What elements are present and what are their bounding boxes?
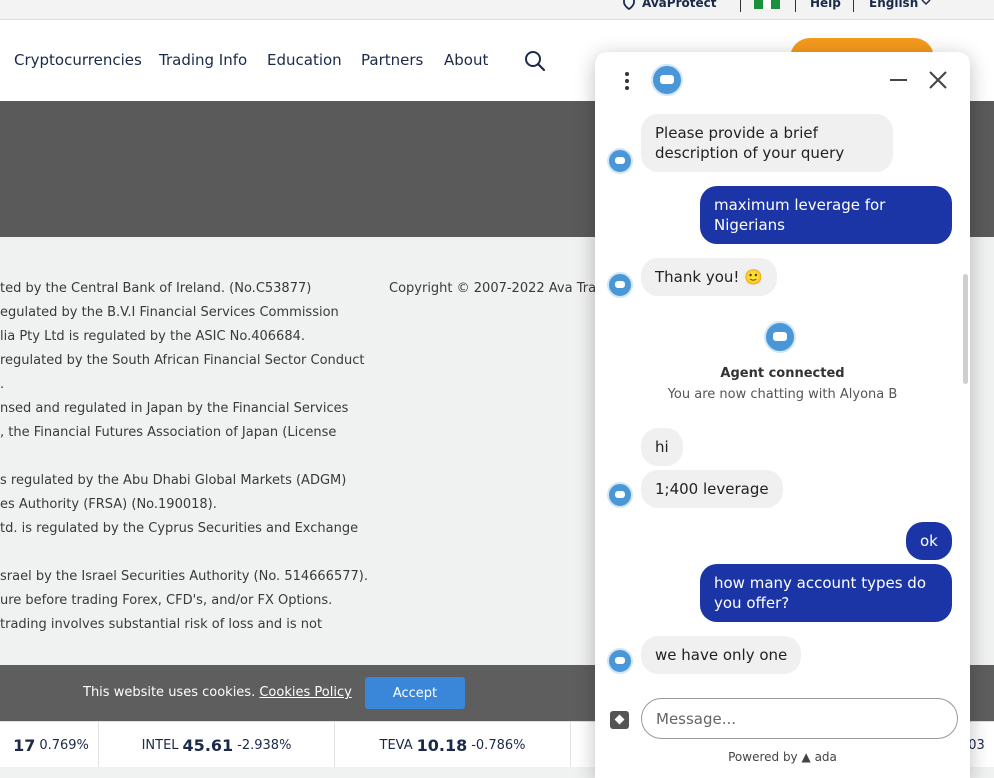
legal-line: trading involves substantial risk of los… [0, 617, 323, 632]
agent-avatar-icon [607, 482, 633, 508]
accept-cookies-button[interactable]: Accept [365, 677, 465, 709]
agent-avatar-icon [607, 648, 633, 674]
ticker-symbol: TEVA [379, 737, 413, 753]
nav-education[interactable]: Education [267, 51, 342, 69]
divider [853, 0, 854, 12]
legal-line: td. is regulated by the Cyprus Securitie… [0, 521, 359, 536]
ticker-change: 0.769% [39, 737, 89, 753]
legal-line: lia Pty Ltd is regulated by the ASIC No.… [0, 329, 306, 344]
ticker-item[interactable]: 17 0.769% [0, 722, 99, 768]
powered-by-brand: ada [814, 750, 837, 764]
powered-by-text: Powered by [728, 750, 798, 764]
legal-line: , the Financial Futures Association of J… [0, 425, 337, 440]
chat-scrollbar[interactable] [963, 274, 968, 384]
legal-line: regulated by the South African Financial… [0, 353, 365, 368]
agent-message: 1;400 leverage [641, 470, 783, 508]
shield-icon [623, 0, 635, 10]
bot-message: Thank you! 🙂 [641, 258, 777, 296]
nav-partners[interactable]: Partners [361, 51, 423, 69]
nav-cryptocurrencies[interactable]: Cryptocurrencies [14, 51, 142, 69]
cookie-text: This website uses cookies. Cookies Polic… [83, 685, 352, 700]
ada-logo-icon: ▲ [801, 750, 811, 764]
message-input[interactable] [656, 699, 946, 738]
message-composer[interactable] [641, 698, 958, 739]
powered-by: Powered by ▲ ada [595, 750, 970, 764]
ticker-price: 17 [13, 735, 36, 755]
bot-avatar-icon [651, 64, 683, 96]
nigeria-flag-icon[interactable] [754, 0, 781, 9]
legal-line: . [0, 377, 5, 392]
ticker-item[interactable]: TEVA 10.18 -0.786% [335, 722, 571, 768]
ticker-symbol: INTEL [141, 737, 179, 753]
nav-trading-info[interactable]: Trading Info [159, 51, 247, 69]
minimize-icon[interactable] [890, 79, 907, 81]
utility-bar: AvaProtect Help English [0, 0, 994, 20]
legal-line: s regulated by the Abu Dhabi Global Mark… [0, 473, 347, 488]
avaprotect-link[interactable]: AvaProtect [642, 0, 716, 10]
legal-line: ted by the Central Bank of Ireland. (No.… [0, 281, 312, 296]
copyright-text: Copyright © 2007-2022 Ava Tra [389, 281, 597, 296]
divider [795, 0, 796, 12]
language-selector[interactable]: English [869, 0, 918, 10]
search-icon[interactable] [524, 50, 546, 72]
cookie-message: This website uses cookies. [83, 685, 256, 700]
user-message: maximum leverage for Nigerians [700, 186, 952, 244]
close-icon[interactable] [928, 70, 948, 90]
legal-line: es Authority (FRSA) (No.190018). [0, 497, 217, 512]
agent-connected-subtitle: You are now chatting with Alyona B [667, 387, 898, 402]
user-message: how many account types do you offer? [700, 564, 952, 622]
more-options-icon[interactable] [621, 70, 633, 92]
bot-avatar-icon [607, 148, 633, 174]
ticker-item[interactable]: INTEL 45.61 -2.938% [99, 722, 335, 768]
legal-line: nsed and regulated in Japan by the Finan… [0, 401, 349, 416]
user-message: ok [906, 522, 952, 560]
help-link[interactable]: Help [810, 0, 841, 10]
divider [740, 0, 741, 12]
legal-line: ure before trading Forex, CFD's, and/or … [0, 593, 333, 608]
agent-message: hi [641, 428, 683, 466]
legal-line: egulated by the B.V.I Financial Services… [0, 305, 339, 320]
bot-message: Please provide a brief description of yo… [641, 114, 893, 172]
cookies-policy-link[interactable]: Cookies Policy [259, 685, 351, 700]
legal-line: srael by the Israel Securities Authority… [0, 569, 368, 584]
agent-message: we have only one [641, 636, 802, 674]
bot-avatar-icon [607, 272, 633, 298]
ticker-price: 45.61 [182, 735, 234, 755]
nav-about[interactable]: About [444, 51, 488, 69]
ticker-change: -0.786% [471, 737, 526, 753]
attachment-icon[interactable] [610, 711, 629, 729]
chat-widget: Please provide a brief description of yo… [595, 52, 970, 778]
agent-avatar-icon [764, 321, 796, 353]
ticker-price: 10.18 [416, 735, 468, 755]
agent-connected-title: Agent connected [720, 366, 845, 381]
ticker-change: -2.938% [237, 737, 292, 753]
chevron-down-icon [921, 0, 931, 6]
page: AvaProtect Help English Cryptocurrencies… [0, 0, 994, 778]
